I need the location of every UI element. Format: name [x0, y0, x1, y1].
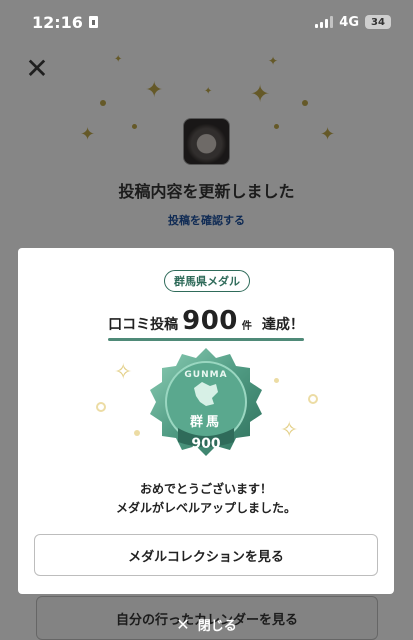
achievement-prefix: 口コミ投稿 — [108, 317, 179, 333]
close-icon: ✕ — [176, 614, 190, 634]
medal-prefecture: 群馬 — [189, 415, 222, 430]
close-label: 閉じる — [197, 618, 237, 634]
decor-dot — [134, 430, 140, 436]
achievement-heading: 口コミ投稿 900 件 達成！ — [18, 306, 394, 336]
achievement-count: 900 — [182, 306, 238, 336]
congrats-line-2: メダルがレベルアップしました。 — [115, 501, 296, 515]
sim-icon — [88, 16, 98, 28]
heading-underline — [108, 338, 304, 341]
decor-dot — [274, 378, 279, 383]
achievement-suffix: 達成！ — [261, 317, 304, 333]
congrats-message: おめでとうございます！ メダルがレベルアップしました。 — [18, 480, 394, 518]
medal-modal: 群馬県メダル 口コミ投稿 900 件 達成！ ✧ ✧ GUNMA 群馬 900 … — [18, 248, 394, 594]
medal-collection-button[interactable]: メダルコレクションを見る — [34, 534, 378, 576]
network-type: 4G — [339, 14, 359, 30]
medal-top-text: GUNMA — [184, 370, 228, 380]
battery-icon: 34 — [365, 15, 391, 29]
congrats-line-1: おめでとうございます！ — [139, 482, 272, 496]
sparkle-icon: ✧ — [280, 418, 299, 443]
medal-illustration: ✧ ✧ GUNMA 群馬 900 — [18, 344, 394, 474]
achievement-unit: 件 — [241, 321, 252, 332]
medal-number: 900 — [191, 436, 221, 452]
sparkle-icon: ✧ — [114, 360, 133, 385]
decor-ring — [308, 394, 318, 404]
decor-ring — [96, 402, 106, 412]
status-bar: 12:16 4G 34 — [0, 0, 413, 44]
status-time: 12:16 — [32, 12, 83, 32]
close-button[interactable]: ✕ 閉じる — [0, 612, 413, 636]
signal-icon — [315, 16, 334, 28]
medal-category-badge: 群馬県メダル — [164, 270, 250, 292]
